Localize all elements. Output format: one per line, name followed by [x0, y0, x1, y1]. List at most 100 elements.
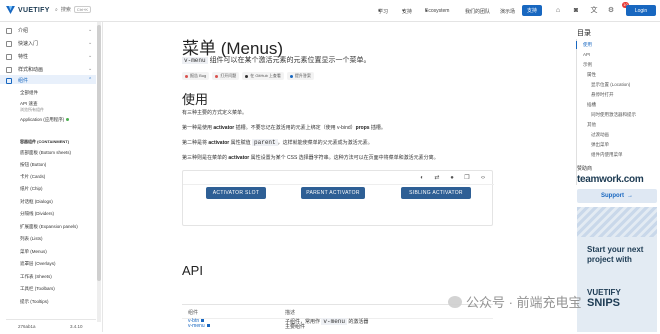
- sidebar-item-sheets[interactable]: 工作表 (Sheets): [20, 274, 52, 280]
- new-dot-icon: [66, 118, 70, 122]
- sidebar: 介绍 ⌄ 快速入门 ⌄ 特性 ⌄ 样式和动画 ⌄ 组件 ⌃ 全部组件 API 速…: [0, 22, 103, 332]
- sidebar-application[interactable]: Application (应用程序): [20, 117, 70, 123]
- usage-paragraph-0: 有三种主要的方式定义菜单。: [182, 110, 248, 116]
- nav-ecosystem[interactable]: Ecosystem ▾: [425, 8, 449, 14]
- toc-item-api[interactable]: API: [583, 52, 590, 57]
- sidebar-item-button[interactable]: 按钮 (Button): [20, 162, 46, 168]
- toc-item-open-on-hover[interactable]: 悬停时打开: [591, 92, 614, 98]
- search-label: 搜索: [60, 7, 71, 13]
- api-heading: API: [182, 263, 203, 278]
- sidebar-item-lists[interactable]: 列表 (Lists): [20, 236, 43, 242]
- sidebar-item-dialogs[interactable]: 对话框 (Dialogs): [20, 199, 53, 205]
- toc-item-transitions[interactable]: 过渡动画: [591, 132, 609, 138]
- usage-paragraph-3: 第三种则是在菜单的 activator 属性设置为某个 CSS 选择器字符串。这…: [182, 155, 439, 161]
- toc-rail: [576, 39, 577, 185]
- release-version[interactable]: 3.4.10: [70, 324, 83, 329]
- sidebar-api-glance-sub: 浏览所有组件: [20, 107, 44, 112]
- github-chip[interactable]: 在 GitHub 上查看: [242, 72, 284, 80]
- ad-pattern: [577, 207, 657, 237]
- toc-item-use-in-components[interactable]: 组件内使用菜单: [591, 152, 623, 158]
- toc-active-marker: [576, 41, 577, 49]
- watermark: 公众号 · 前端充电宝: [448, 292, 582, 311]
- table-of-contents: 目录 使用 API 示例 属性 显示位置 (Location) 悬停时打开 插槽…: [573, 22, 660, 332]
- api-desc-v-btn: 子组件，常用作 v-menu 的激活器: [285, 318, 369, 325]
- nav-learn[interactable]: 学习 ▾: [378, 8, 388, 15]
- vuetify-snips-ad[interactable]: Start your next project with VUETIFY SNIP…: [577, 207, 657, 332]
- api-link-v-btn[interactable]: v-btn: [188, 318, 205, 324]
- arrow-right-icon: →: [627, 193, 633, 199]
- nav-support[interactable]: 支持 ▾: [402, 8, 412, 15]
- chevron-down-icon: ⌄: [88, 27, 93, 33]
- sidebar-item-intro[interactable]: 介绍: [6, 27, 28, 34]
- sidebar-all-components[interactable]: 全部组件: [20, 90, 38, 96]
- sidebar-item-chip[interactable]: 纸片 (Chip): [20, 186, 43, 192]
- sponsor-support-button[interactable]: Support →: [577, 189, 657, 203]
- sidebar-scrollbar[interactable]: [97, 22, 101, 322]
- toc-title: 目录: [577, 30, 591, 37]
- theme-toggle-icon[interactable]: ◐: [419, 175, 425, 181]
- sidebar-item-bottom-sheets[interactable]: 底部面板 (Bottom sheets): [20, 150, 71, 156]
- sidebar-footer: 276ab1a 3.4.10: [6, 319, 96, 332]
- chevron-up-icon: ⌃: [88, 77, 93, 83]
- sidebar-item-dividers[interactable]: 分隔线 (Dividers): [20, 211, 54, 217]
- sidebar-item-expansion-panels[interactable]: 扩展面板 (Expansion panels): [20, 224, 78, 230]
- sidebar-item-overlays[interactable]: 遮罩层 (Overlays): [20, 261, 56, 267]
- sidebar-item-cards[interactable]: 卡片 (Cards): [20, 174, 45, 180]
- github-icon: [245, 74, 249, 78]
- playground-icon[interactable]: ⇄: [434, 175, 440, 181]
- sidebar-item-features[interactable]: 特性: [6, 53, 28, 60]
- chevron-down-icon: ⌄: [88, 66, 93, 72]
- github-icon[interactable]: ●: [449, 175, 455, 181]
- sponsor-label: 赞助商: [577, 166, 593, 172]
- ad-logo: VUETIFY SNIPS: [587, 288, 621, 310]
- sidebar-item-toolbars[interactable]: 工具栏 (Toolbars): [20, 286, 55, 292]
- login-button[interactable]: Login: [626, 5, 656, 16]
- sidebar-item-menus[interactable]: 菜单 (Menus): [20, 249, 47, 255]
- translate-icon[interactable]: 文: [590, 7, 598, 15]
- sibling-activator-button[interactable]: SIBLING ACTIVATOR: [401, 187, 471, 199]
- sidebar-item-components[interactable]: 组件 ⌃: [0, 75, 96, 84]
- toc-item-examples[interactable]: 示例: [583, 62, 592, 68]
- support-button[interactable]: 支持: [522, 5, 542, 16]
- chevron-down-icon: ⌄: [88, 40, 93, 46]
- components-icon: [6, 77, 12, 84]
- example-toolbar: ◐ ⇄ ● ❐ ‹›: [183, 171, 494, 185]
- toc-item-slots[interactable]: 插槽: [587, 102, 596, 108]
- nav-team[interactable]: 我们的团队: [465, 8, 490, 15]
- lead-code: v-menu: [182, 57, 208, 64]
- palette-icon: [6, 66, 12, 73]
- code-icon[interactable]: ‹›: [480, 175, 486, 181]
- vuetify-logo-icon: [6, 6, 15, 14]
- toc-item-location[interactable]: 显示位置 (Location): [591, 82, 630, 88]
- sidebar-item-getting-started[interactable]: 快速入门: [6, 40, 38, 47]
- toc-item-popover[interactable]: 弹出菜单: [591, 142, 609, 148]
- search-box[interactable]: ⌕ 搜索 Ctrl+K: [55, 6, 92, 13]
- search-icon: ⌕: [55, 6, 58, 13]
- open-issues-chip[interactable]: 打开问题: [212, 72, 240, 80]
- sponsor-teamwork-logo[interactable]: teamwork.com: [577, 174, 644, 185]
- settings-icon[interactable]: ⚙: [607, 7, 615, 15]
- store-icon[interactable]: ⌂: [554, 7, 562, 15]
- book-icon: [6, 27, 12, 34]
- toc-item-misc[interactable]: 其他: [587, 122, 596, 128]
- parent-activator-button[interactable]: PARENT ACTIVATOR: [301, 187, 365, 199]
- nav-playground[interactable]: 演示场: [500, 8, 515, 15]
- report-bug-chip[interactable]: 报告 Bug: [182, 72, 210, 80]
- sidebar-item-tooltips[interactable]: 提示 (Tooltips): [20, 299, 49, 305]
- camera-icon[interactable]: ◙: [572, 7, 580, 15]
- sidebar-scrollbar-thumb[interactable]: [97, 25, 101, 281]
- toc-item-props[interactable]: 属性: [587, 72, 596, 78]
- brand-name: VUETIFY: [18, 6, 50, 14]
- table-header-component: 组件: [188, 310, 199, 316]
- chevron-down-icon: ⌄: [88, 53, 93, 59]
- table-header-description: 描述: [285, 310, 296, 316]
- commit-version[interactable]: 276ab1a: [18, 324, 36, 329]
- copy-icon[interactable]: ❐: [464, 175, 470, 181]
- improve-chip[interactable]: 提升答案: [286, 72, 314, 80]
- activator-slot-button[interactable]: ACTIVATOR SLOT: [206, 187, 266, 199]
- toc-item-activator-tooltip[interactable]: 同时使用激活器和提示: [591, 112, 636, 118]
- sidebar-section-containment: 容器组件 (CONTAINMENT): [20, 139, 70, 144]
- sidebar-item-styles[interactable]: 样式和动画: [6, 66, 43, 73]
- toc-item-usage[interactable]: 使用: [583, 42, 592, 48]
- vuetify-logo[interactable]: VUETIFY: [6, 6, 50, 14]
